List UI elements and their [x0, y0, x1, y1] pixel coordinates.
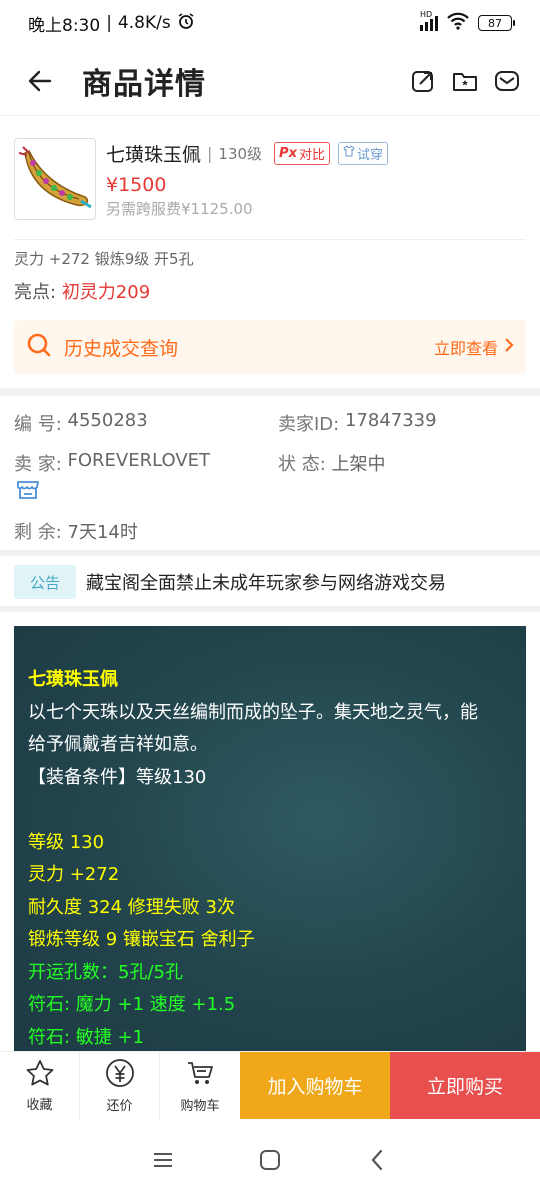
name-separator: |	[207, 143, 213, 163]
description-line: 【装备条件】等级130	[28, 766, 207, 788]
search-icon	[26, 332, 52, 362]
description-line: 以七个天珠以及天丝编制而成的坠子。集天地之灵气，能	[28, 701, 478, 723]
product-name: 七璜珠玉佩	[106, 143, 202, 166]
status-bar: 晚上8:30 | 4.8K/s HD 87	[0, 0, 540, 46]
try-on-label: 试穿	[356, 147, 383, 163]
product-thumbnail[interactable]	[14, 138, 96, 220]
remaining-row: 剩 余: 7天14时	[14, 518, 138, 544]
status-time: 晚上8:30	[28, 15, 101, 36]
seller-label: 卖 家:	[14, 454, 62, 475]
shirt-icon	[343, 145, 355, 161]
cart-label: 购物车	[180, 1098, 220, 1114]
notice-bar: 公告 藏宝阁全面禁止未成年玩家参与网络游戏交易	[14, 564, 526, 600]
wifi-icon	[446, 12, 470, 35]
seller-id-row: 卖家ID: 17847339	[278, 410, 437, 436]
highlight-value: 初灵力209	[61, 282, 151, 303]
stat-line: 灵力 +272	[28, 864, 120, 885]
back-icon[interactable]	[362, 1145, 392, 1175]
highlight-label: 亮点:	[14, 282, 57, 303]
rune-line: 符石: 敏捷 +1	[28, 1026, 145, 1048]
try-on-button[interactable]: 试穿	[337, 141, 388, 165]
seller-id-label: 卖家ID:	[278, 414, 340, 435]
seller-name: FOREVERLOVET	[67, 450, 211, 471]
seller-id-value: 17847339	[344, 410, 437, 431]
favorite-folder-icon[interactable]	[452, 68, 478, 94]
product-level: 130级	[218, 144, 263, 163]
cross-server-fee: 另需跨服费¥1125.00	[106, 200, 253, 218]
yuan-icon	[105, 1058, 135, 1092]
history-query-row[interactable]: 历史成交查询 立即查看	[14, 320, 526, 374]
listing-id-value: 4550283	[67, 410, 148, 431]
cart-icon	[185, 1058, 215, 1092]
notice-text: 藏宝阁全面禁止未成年玩家参与网络游戏交易	[86, 573, 447, 594]
favorite-button[interactable]: 收藏	[0, 1052, 80, 1119]
description-line: 给予佩戴者吉祥如意。	[28, 734, 208, 755]
bargain-button[interactable]: 还价	[80, 1052, 160, 1119]
status-sep: |	[106, 13, 112, 33]
compare-label: 对比	[298, 147, 325, 163]
header: 商品详情	[0, 46, 540, 116]
seller-row: 卖 家: FOREVERLOVET	[14, 450, 210, 476]
status-row: 状 态: 上架中	[278, 450, 386, 476]
status-label: 状 态:	[278, 454, 326, 475]
network-type: HD	[420, 9, 433, 19]
history-link-label: 立即查看	[433, 339, 498, 358]
notice-tag: 公告	[14, 565, 77, 599]
stat-line: 等级 130	[28, 831, 105, 853]
section-gap	[0, 550, 540, 556]
stat-line: 耐久度 324 修理失败 3次	[28, 896, 235, 918]
product-attributes: 灵力 +272 锻炼9级 开5孔	[14, 250, 194, 268]
bargain-label: 还价	[106, 1098, 133, 1114]
menu-icon[interactable]	[148, 1145, 178, 1175]
remaining-label: 剩 余:	[14, 522, 62, 543]
favorite-label: 收藏	[26, 1097, 53, 1113]
share-icon[interactable]	[410, 68, 436, 94]
status-right: HD 87	[420, 10, 515, 35]
stat-line: 锻炼等级 9 镶嵌宝石 舍利子	[28, 929, 255, 950]
section-gap	[0, 388, 540, 396]
status-net-speed: 4.8K/s	[117, 13, 171, 33]
description-title: 七璜珠玉佩	[28, 669, 118, 690]
home-icon[interactable]	[255, 1145, 285, 1175]
cart-button[interactable]: 购物车	[160, 1052, 240, 1119]
alarm-icon	[177, 12, 195, 35]
product-info: 七璜珠玉佩 | 130级 Px 对比 试穿 ¥1500 另需跨服费¥1125.0…	[106, 138, 526, 219]
header-actions	[410, 68, 520, 94]
battery-level: 87	[488, 16, 502, 30]
page-title: 商品详情	[82, 66, 206, 102]
rune-line: 开运孔数：5孔/5孔	[28, 961, 183, 983]
chevron-right-icon	[504, 337, 514, 357]
message-icon[interactable]	[494, 68, 520, 94]
star-icon	[25, 1059, 55, 1091]
product-name-row: 七璜珠玉佩 | 130级 Px 对比 试穿	[106, 138, 526, 168]
add-to-cart-button[interactable]: 加入购物车	[240, 1052, 390, 1119]
divider	[14, 239, 526, 240]
highlight: 亮点: 初灵力209	[14, 278, 150, 304]
signal-icon: HD	[420, 10, 438, 31]
product-price: ¥1500	[106, 174, 167, 196]
status-left: 晚上8:30 | 4.8K/s	[28, 11, 195, 36]
listing-id-label: 编 号:	[14, 414, 62, 435]
history-view-link[interactable]: 立即查看	[434, 335, 514, 359]
compare-icon: Px	[279, 145, 297, 161]
shop-icon[interactable]	[16, 478, 40, 500]
buy-now-button[interactable]: 立即购买	[390, 1052, 540, 1119]
section-gap	[0, 606, 540, 612]
listing-id-row: 编 号: 4550283	[14, 410, 148, 436]
history-label: 历史成交查询	[64, 337, 179, 360]
remaining-value: 7天14时	[67, 522, 138, 543]
battery-icon: 87	[478, 15, 515, 31]
status-value: 上架中	[331, 454, 386, 475]
compare-button[interactable]: Px 对比	[274, 141, 330, 165]
bottom-action-bar: 收藏 还价 购物车 加入购物车 立即购买	[0, 1051, 540, 1119]
item-description-panel: 七璜珠玉佩 以七个天珠以及天丝编制而成的坠子。集天地之灵气，能 给予佩戴者吉祥如…	[14, 626, 526, 1056]
rune-line: 符石: 魔力 +1 速度 +1.5	[28, 994, 236, 1015]
back-arrow-icon[interactable]	[20, 61, 60, 101]
system-nav-bar	[0, 1120, 540, 1200]
